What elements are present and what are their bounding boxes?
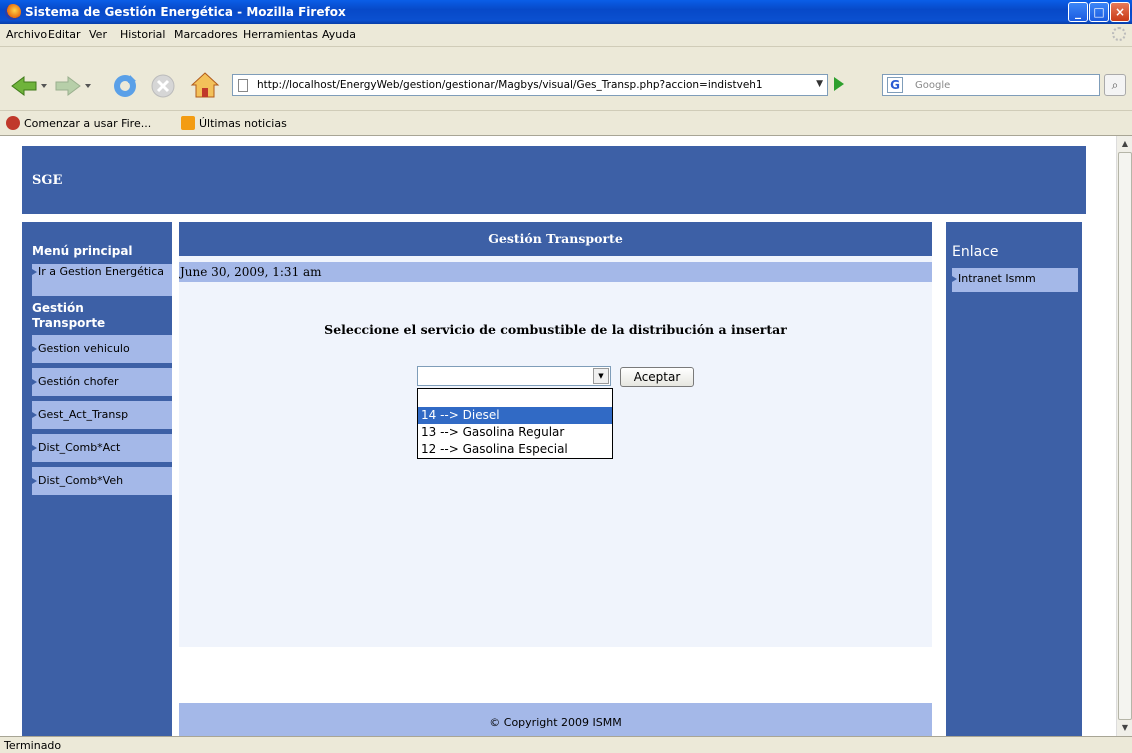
menu-bar: Archivo Editar Ver Historial Marcadores … — [0, 24, 1132, 46]
window-titlebar: Sistema de Gestión Energética - Mozilla … — [0, 0, 1132, 24]
menu-title: Menú principal — [32, 244, 133, 258]
date-text: June 30, 2009, 1:31 am — [179, 262, 932, 282]
scrollbar-thumb[interactable] — [1118, 152, 1132, 720]
scroll-up-icon[interactable]: ▲ — [1117, 136, 1132, 152]
fuel-service-select[interactable]: ▼ — [417, 366, 611, 386]
site-header: SGE — [22, 146, 1086, 214]
chevron-down-icon[interactable]: ▼ — [816, 79, 823, 89]
stop-icon[interactable] — [150, 73, 176, 99]
sidebar-item-dist-comb-act[interactable]: Dist_Comb*Act — [32, 434, 172, 462]
back-icon[interactable] — [10, 75, 48, 97]
go-icon[interactable] — [834, 77, 844, 91]
arrow-icon — [32, 445, 37, 451]
site-title: SGE — [32, 173, 63, 188]
option-gasolina-especial[interactable]: 12 --> Gasolina Especial — [418, 441, 612, 458]
search-placeholder: Google — [915, 80, 951, 91]
select-dropdown-list: 14 --> Diesel 13 --> Gasolina Regular 12… — [417, 388, 613, 459]
accept-button[interactable]: Aceptar — [620, 367, 694, 387]
option-gasolina-regular[interactable]: 13 --> Gasolina Regular — [418, 424, 612, 441]
sidebar-item-gestion-energetica[interactable]: Ir a Gestion Energética — [32, 264, 172, 296]
menu-archivo[interactable]: Archivo — [6, 28, 47, 41]
links-title: Enlace — [952, 244, 999, 260]
search-icon[interactable]: ⌕ — [1104, 74, 1126, 96]
throbber-icon — [1112, 27, 1126, 41]
window-title: Sistema de Gestión Energética - Mozilla … — [25, 5, 346, 19]
forward-icon[interactable] — [54, 75, 92, 97]
menu-ver[interactable]: Ver — [89, 28, 107, 41]
home-icon[interactable] — [190, 71, 220, 99]
bookmark-latest-news[interactable]: Últimas noticias — [199, 117, 287, 130]
menu-herramientas[interactable]: Herramientas — [243, 28, 318, 41]
left-sidebar: Menú principal Ir a Gestion Energética G… — [22, 222, 172, 736]
form-prompt: Seleccione el servicio de combustible de… — [324, 322, 787, 337]
arrow-icon — [32, 379, 37, 385]
bookmarks-toolbar: Comenzar a usar Fire... Últimas noticias — [0, 110, 1132, 136]
page-icon — [238, 79, 248, 92]
chevron-down-icon[interactable]: ▼ — [593, 368, 609, 384]
rss-icon — [181, 116, 195, 130]
maximize-button[interactable]: □ — [1089, 2, 1109, 22]
bookmark-getting-started[interactable]: Comenzar a usar Fire... — [24, 117, 151, 130]
sidebar-item-gestion-chofer[interactable]: Gestión chofer — [32, 368, 172, 396]
vertical-scrollbar[interactable]: ▲ ▼ — [1116, 136, 1132, 736]
section-title: Gestión Transporte — [32, 301, 106, 330]
arrow-icon — [32, 346, 37, 352]
minimize-button[interactable]: _ — [1068, 2, 1088, 22]
arrow-icon — [32, 478, 37, 484]
google-icon[interactable]: G — [887, 77, 903, 93]
page-content: SGE Menú principal Ir a Gestion Energéti… — [0, 136, 1116, 736]
close-button[interactable]: × — [1110, 2, 1130, 22]
sidebar-item-intranet[interactable]: Intranet Ismm — [952, 268, 1078, 292]
footer-copyright: © Copyright 2009 ISMM — [179, 703, 932, 736]
menu-ayuda[interactable]: Ayuda — [322, 28, 356, 41]
search-bar[interactable]: G Google — [882, 74, 1100, 96]
firefox-icon — [5, 4, 21, 20]
status-bar: Terminado — [0, 736, 1132, 753]
sidebar-item-dist-comb-veh[interactable]: Dist_Comb*Veh — [32, 467, 172, 495]
status-text: Terminado — [4, 739, 62, 752]
arrow-icon — [32, 269, 37, 275]
url-bar[interactable]: http://localhost/EnergyWeb/gestion/gesti… — [232, 74, 828, 96]
menu-editar[interactable]: Editar — [48, 28, 81, 41]
content-spacer — [179, 647, 932, 703]
option-diesel[interactable]: 14 --> Diesel — [418, 407, 612, 424]
menu-marcadores[interactable]: Marcadores — [174, 28, 238, 41]
arrow-icon — [952, 276, 957, 282]
menu-historial[interactable]: Historial — [120, 28, 165, 41]
page-title: Gestión Transporte — [179, 222, 932, 256]
arrow-icon — [32, 412, 37, 418]
right-sidebar: Enlace Intranet Ismm — [946, 222, 1082, 736]
url-text[interactable]: http://localhost/EnergyWeb/gestion/gesti… — [257, 79, 763, 91]
sidebar-item-gest-act-transp[interactable]: Gest_Act_Transp — [32, 401, 172, 429]
reload-icon[interactable] — [112, 73, 138, 99]
scroll-down-icon[interactable]: ▼ — [1117, 720, 1132, 736]
navigation-toolbar: http://localhost/EnergyWeb/gestion/gesti… — [0, 46, 1132, 110]
firefox-bookmark-icon — [6, 116, 20, 130]
sidebar-item-gestion-vehiculo[interactable]: Gestion vehiculo — [32, 335, 172, 363]
main-content: Gestión Transporte June 30, 2009, 1:31 a… — [179, 222, 932, 736]
